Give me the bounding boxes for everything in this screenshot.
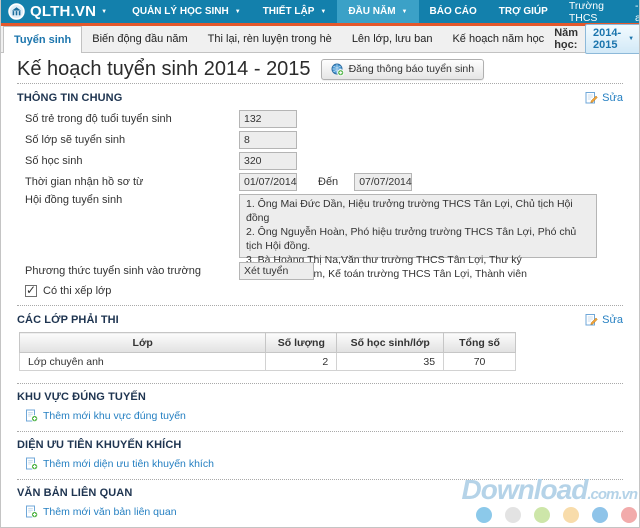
nav-item-label: TRỢ GIÚP bbox=[499, 6, 548, 17]
table-row: Lớp chuyên anh 2 35 70 bbox=[20, 353, 516, 371]
edit-link-label: Sửa bbox=[602, 314, 623, 326]
classes-count-label: Số lớp sẽ tuyển sinh bbox=[25, 134, 239, 146]
classes-count-input[interactable]: 8 bbox=[239, 131, 297, 149]
cell-total: 70 bbox=[444, 353, 516, 371]
school-year-value: 2014-2015 bbox=[593, 27, 621, 51]
tab-len-lop-luu-ban[interactable]: Lên lớp, lưu ban bbox=[342, 26, 443, 52]
edit-pencil-icon bbox=[585, 313, 598, 326]
tab-tuyen-sinh[interactable]: Tuyển sinh bbox=[3, 26, 82, 53]
column-header-total: Tổng số bbox=[444, 333, 516, 353]
placement-exam-checkbox-label: Có thi xếp lớp bbox=[43, 285, 111, 297]
column-header-class: Lớp bbox=[20, 333, 266, 353]
chevron-down-icon: ▼ bbox=[402, 9, 408, 15]
students-count-input[interactable]: 320 bbox=[239, 152, 297, 170]
add-priority-link[interactable]: Thêm mới diện ưu tiên khuyến khích bbox=[25, 457, 623, 470]
column-header-students-per-class: Số học sinh/lớp bbox=[337, 333, 444, 353]
edit-link-label: Sửa bbox=[602, 92, 623, 104]
method-label: Phương thức tuyển sinh vào trường bbox=[25, 265, 239, 277]
placement-exam-checkbox[interactable] bbox=[25, 285, 37, 297]
tab-bar: Tuyển sinh Biến động đầu năm Thi lại, rè… bbox=[1, 26, 639, 53]
globe-publish-icon bbox=[331, 63, 344, 76]
chevron-down-icon: ▼ bbox=[235, 9, 241, 15]
divider bbox=[17, 305, 623, 306]
publish-announcement-button[interactable]: Đăng thông báo tuyển sinh bbox=[321, 59, 485, 80]
school-name[interactable]: Trường THCS bbox=[559, 0, 626, 24]
cell-students-per-class: 35 bbox=[337, 353, 444, 371]
add-admission-zone-link[interactable]: Thêm mới khu vực đúng tuyến bbox=[25, 409, 623, 422]
publish-button-label: Đăng thông báo tuyển sinh bbox=[349, 63, 475, 75]
nav-item-label: BÁO CÁO bbox=[430, 6, 477, 17]
nav-item-dau-nam[interactable]: ĐẦU NĂM ▼ bbox=[337, 0, 418, 23]
tab-thi-lai-ren-luyen[interactable]: Thi lại, rèn luyện trong hè bbox=[198, 26, 342, 52]
chevron-down-icon: ▼ bbox=[320, 9, 326, 15]
edit-pencil-icon bbox=[585, 91, 598, 104]
add-document-icon bbox=[25, 505, 38, 518]
students-count-label: Số học sinh bbox=[25, 155, 239, 167]
add-document-icon bbox=[25, 457, 38, 470]
nav-item-tro-giup[interactable]: TRỢ GIÚP bbox=[488, 0, 559, 23]
period-to-label: Đến bbox=[318, 176, 338, 188]
divider bbox=[17, 83, 623, 84]
nav-item-bao-cao[interactable]: BÁO CÁO bbox=[419, 0, 488, 23]
period-to-input[interactable]: 07/07/2014 bbox=[354, 173, 412, 191]
add-document-icon bbox=[25, 409, 38, 422]
method-input[interactable]: Xét tuyển bbox=[239, 262, 314, 280]
user-menu[interactable]: - admin ▼ bbox=[626, 0, 640, 24]
divider bbox=[17, 431, 623, 432]
app-logo[interactable]: QLTH.VN ▼ bbox=[1, 0, 121, 23]
main-content: Kế hoạch tuyển sinh 2014 - 2015 Đăng thô… bbox=[1, 57, 639, 518]
nav-item-label: THIẾT LẬP bbox=[263, 6, 315, 17]
qlth-logo-icon bbox=[8, 3, 25, 20]
add-link-label: Thêm mới khu vực đúng tuyến bbox=[43, 410, 186, 422]
divider bbox=[17, 383, 623, 384]
council-textarea[interactable]: 1. Ông Mai Đức Dần, Hiệu trưởng trường T… bbox=[239, 194, 597, 258]
top-navbar: QLTH.VN ▼ QUẢN LÝ HỌC SINH ▼ THIẾT LẬP ▼… bbox=[1, 0, 639, 26]
edit-exam-classes-link[interactable]: Sửa bbox=[585, 313, 623, 326]
general-info-form: Số trẻ trong độ tuổi tuyển sinh 132 Số l… bbox=[17, 110, 623, 297]
app-window: QLTH.VN ▼ QUẢN LÝ HỌC SINH ▼ THIẾT LẬP ▼… bbox=[0, 0, 640, 528]
school-year-dropdown[interactable]: 2014-2015 ▼ bbox=[585, 24, 640, 54]
exam-classes-table: Lớp Số lượng Số học sinh/lớp Tổng số Lớp… bbox=[19, 332, 516, 371]
tab-ke-hoach-nam-hoc[interactable]: Kế hoạch năm học bbox=[442, 26, 554, 52]
placement-exam-checkbox-row[interactable]: Có thi xếp lớp bbox=[25, 285, 623, 297]
section-title-general-info: THÔNG TIN CHUNG bbox=[17, 92, 122, 104]
cell-quantity: 2 bbox=[266, 353, 337, 371]
divider bbox=[17, 479, 623, 480]
section-title-exam-classes: CÁC LỚP PHẢI THI bbox=[17, 314, 119, 326]
add-link-label: Thêm mới diện ưu tiên khuyến khích bbox=[43, 458, 214, 470]
age-label: Số trẻ trong độ tuổi tuyển sinh bbox=[25, 113, 239, 125]
table-header-row: Lớp Số lượng Số học sinh/lớp Tổng số bbox=[20, 333, 516, 353]
section-title-admission-zone: KHU VỰC ĐÚNG TUYẾN bbox=[17, 391, 146, 403]
edit-general-info-link[interactable]: Sửa bbox=[585, 91, 623, 104]
school-year-label: Năm học: bbox=[554, 27, 578, 51]
nav-item-quan-ly-hoc-sinh[interactable]: QUẢN LÝ HỌC SINH ▼ bbox=[121, 0, 252, 23]
logo-text: QLTH.VN bbox=[30, 3, 96, 20]
add-document-link[interactable]: Thêm mới văn bản liên quan bbox=[25, 505, 623, 518]
column-header-quantity: Số lượng bbox=[266, 333, 337, 353]
logo-caret-icon: ▼ bbox=[101, 9, 107, 15]
period-from-input[interactable]: 01/07/2014 bbox=[239, 173, 297, 191]
cell-class-name: Lớp chuyên anh bbox=[20, 353, 266, 371]
chevron-down-icon: ▼ bbox=[628, 36, 634, 42]
page-title: Kế hoạch tuyển sinh 2014 - 2015 bbox=[17, 57, 311, 81]
add-link-label: Thêm mới văn bản liên quan bbox=[43, 506, 177, 518]
nav-item-label: ĐẦU NĂM bbox=[348, 6, 395, 17]
age-input[interactable]: 132 bbox=[239, 110, 297, 128]
nav-item-thiet-lap[interactable]: THIẾT LẬP ▼ bbox=[252, 0, 338, 23]
section-title-priority: DIỆN ƯU TIÊN KHUYẾN KHÍCH bbox=[17, 439, 181, 451]
council-label: Hội đồng tuyển sinh bbox=[25, 194, 239, 206]
tab-bien-dong-dau-nam[interactable]: Biến động đầu năm bbox=[82, 26, 197, 52]
nav-item-label: QUẢN LÝ HỌC SINH bbox=[132, 6, 229, 17]
school-year-picker: Năm học: 2014-2015 ▼ bbox=[554, 26, 640, 52]
navbar-right: Trường THCS - admin ▼ bbox=[559, 0, 640, 23]
period-label: Thời gian nhận hồ sơ từ bbox=[25, 176, 239, 188]
user-name: - admin bbox=[635, 0, 640, 24]
section-title-documents: VĂN BẢN LIÊN QUAN bbox=[17, 487, 132, 499]
